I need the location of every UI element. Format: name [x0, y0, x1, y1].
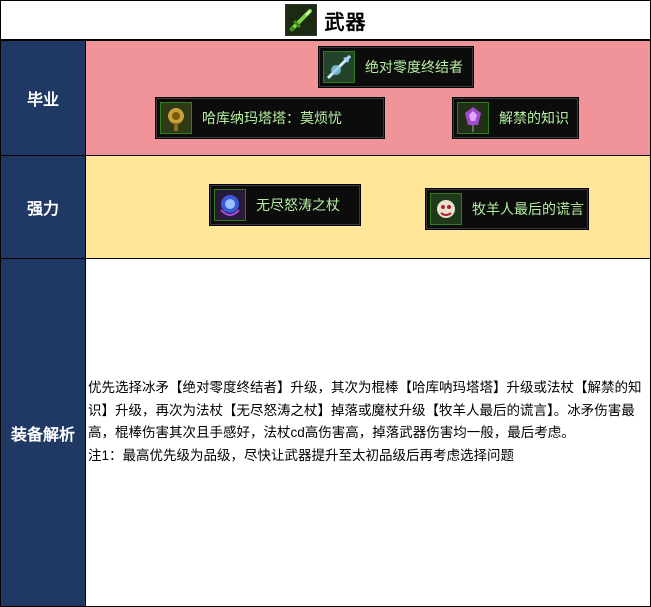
weapon-name: 解禁的知识 — [499, 110, 569, 126]
analysis-note: 注1：最高优先级为品级，尽快让武器提升至太初品级后再考虑选择问题 — [88, 447, 515, 463]
weapon-item-forbidden-knowledge: 解禁的知识 — [452, 97, 579, 139]
weapon-item-endless-tide-staff: 无尽怒涛之杖 — [209, 184, 361, 226]
green-sword-icon — [284, 4, 317, 36]
row-content-strong: 无尽怒涛之杖 牧羊人最后的谎言 — [85, 155, 651, 259]
weapon-name: 牧羊人最后的谎言 — [472, 201, 584, 217]
shepherd-crook-icon — [430, 193, 462, 225]
weapon-table: 武器 毕业 绝对零度终结者 哈库纳玛塔塔：莫烦忧 解禁的知识 强力 无尽怒涛之杖… — [0, 0, 651, 607]
table-title: 武器 — [324, 11, 367, 34]
row-content-analysis: 优先选择冰矛【绝对零度终结者】升级，其次为棍棒【哈库呐玛塔塔】升级或法杖【解禁的… — [85, 258, 651, 607]
row-label-strong: 强力 — [0, 155, 86, 259]
analysis-text-block: 优先选择冰矛【绝对零度终结者】升级，其次为棍棒【哈库呐玛塔塔】升级或法杖【解禁的… — [88, 377, 646, 467]
table-title-row: 武器 — [0, 0, 651, 40]
weapon-name: 无尽怒涛之杖 — [256, 197, 340, 213]
row-label-analysis-text: 装备解析 — [10, 426, 75, 444]
purple-staff-icon — [457, 102, 489, 134]
row-label-analysis: 装备解析 — [0, 258, 86, 607]
row-label-graduate-text: 毕业 — [26, 92, 59, 109]
blue-orb-staff-icon — [214, 189, 246, 221]
weapon-name: 哈库纳玛塔塔：莫烦忧 — [202, 110, 342, 126]
analysis-paragraph: 优先选择冰矛【绝对零度终结者】升级，其次为棍棒【哈库呐玛塔塔】升级或法杖【解禁的… — [88, 380, 642, 440]
golden-mace-icon — [160, 102, 192, 134]
weapon-item-shepherds-last-lie: 牧羊人最后的谎言 — [425, 188, 589, 230]
row-label-strong-text: 强力 — [26, 201, 59, 218]
weapon-item-absolute-zero: 绝对零度终结者 — [318, 46, 474, 88]
row-label-graduate: 毕业 — [0, 40, 86, 156]
weapon-name: 绝对零度终结者 — [365, 59, 463, 75]
row-content-graduate: 绝对零度终结者 哈库纳玛塔塔：莫烦忧 解禁的知识 — [85, 40, 651, 156]
ice-spear-icon — [323, 51, 355, 83]
weapon-item-hakuna-matata: 哈库纳玛塔塔：莫烦忧 — [155, 97, 385, 139]
